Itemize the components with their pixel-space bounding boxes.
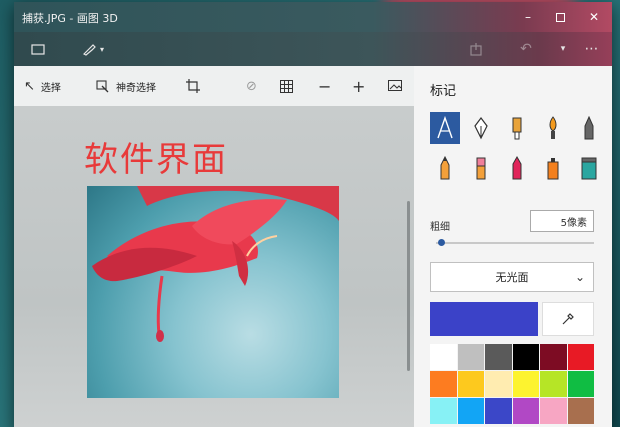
pen-icon — [474, 117, 488, 140]
more-dropdown-button[interactable]: ▾ — [554, 40, 572, 58]
spray-can-brush[interactable] — [538, 152, 568, 184]
color-swatch[interactable] — [485, 371, 512, 397]
cursor-icon: ↖ — [24, 78, 35, 94]
color-swatch[interactable] — [512, 371, 539, 397]
color-swatch[interactable] — [485, 344, 512, 370]
share-button[interactable] — [466, 40, 486, 58]
color-swatch[interactable] — [457, 344, 484, 370]
canvas-area[interactable]: 软件界面 — [14, 106, 414, 427]
title-bar: 捕获.JPG - 画图 3D – ✕ — [14, 2, 612, 32]
eye-off-icon: ⊘ — [246, 78, 257, 94]
color-swatch[interactable] — [567, 344, 594, 370]
menu-bar: ▾ ↶ ▾ ⋯ — [14, 32, 612, 66]
color-swatch[interactable] — [540, 344, 567, 370]
image-options-button[interactable] — [388, 77, 402, 95]
spray-can-icon — [547, 158, 559, 180]
brush-icon — [82, 44, 96, 56]
color-swatch[interactable] — [457, 371, 484, 397]
undo-button[interactable]: ↶ — [516, 40, 536, 58]
crop-button[interactable] — [186, 77, 200, 95]
select-button[interactable]: ↖ 选择 — [24, 77, 61, 95]
view-3d-button[interactable]: ⊘ — [246, 77, 257, 95]
select-label: 选择 — [40, 82, 61, 94]
canvas-text[interactable]: 软件界面 — [84, 132, 228, 181]
pixel-pen-brush[interactable] — [574, 112, 604, 144]
marker-icon — [437, 116, 453, 139]
minimize-button[interactable]: – — [514, 6, 542, 28]
chevron-down-icon: ⌄ — [574, 270, 585, 284]
magic-select-button[interactable]: 神奇选择 — [96, 77, 156, 95]
share-icon — [470, 43, 482, 56]
eraser-icon — [476, 157, 486, 180]
zoom-out-button[interactable]: − — [318, 76, 332, 96]
ink-pen-brush[interactable] — [466, 112, 496, 144]
zoom-in-button[interactable]: + — [352, 76, 366, 96]
finish-label: 无光面 — [495, 271, 529, 284]
crayon-brush[interactable] — [502, 152, 532, 184]
oil-brush[interactable] — [502, 112, 532, 144]
current-color-swatch[interactable] — [430, 302, 538, 336]
magic-select-label: 神奇选择 — [116, 82, 156, 94]
thickness-label: 粗细 — [430, 222, 450, 233]
close-button[interactable]: ✕ — [580, 6, 608, 28]
thickness-slider[interactable] — [436, 242, 594, 244]
calligraphy-pen-brush[interactable] — [430, 112, 460, 144]
panel-title: 标记 — [430, 84, 457, 99]
markers-panel: 标记 粗细 5像素 无光面 ⌄ — [414, 66, 612, 427]
grid-icon — [280, 79, 293, 93]
color-swatch[interactable] — [430, 371, 457, 397]
chevron-down-icon: ▾ — [99, 44, 104, 54]
crayon-icon — [512, 156, 522, 180]
color-swatch[interactable] — [567, 371, 594, 397]
art-tools-button[interactable]: ▾ — [80, 40, 106, 58]
color-swatch[interactable] — [567, 398, 594, 424]
folder-icon — [31, 44, 45, 55]
color-swatch[interactable] — [540, 398, 567, 424]
fill-icon — [581, 157, 597, 180]
vertical-scrollbar[interactable] — [407, 201, 410, 371]
plus-icon: + — [352, 76, 366, 96]
eraser-brush[interactable] — [466, 152, 496, 184]
more-button[interactable]: ⋯ — [580, 40, 604, 58]
color-swatch[interactable] — [430, 398, 457, 424]
maximize-button[interactable] — [546, 6, 574, 28]
eyedropper-button[interactable] — [542, 302, 594, 336]
canvas-toolbar: ↖ 选择 神奇选择 ⊘ − + — [14, 66, 414, 106]
finish-dropdown[interactable]: 无光面 ⌄ — [430, 262, 594, 292]
color-swatch[interactable] — [512, 344, 539, 370]
fill-bucket-brush[interactable] — [574, 152, 604, 184]
close-icon: ✕ — [588, 10, 600, 24]
color-swatch[interactable] — [430, 344, 457, 370]
color-swatch[interactable] — [485, 398, 512, 424]
pixel-pen-icon — [584, 116, 594, 140]
grid-button[interactable] — [280, 77, 293, 95]
color-swatch[interactable] — [512, 398, 539, 424]
minimize-icon: – — [525, 10, 531, 24]
thickness-slider-thumb[interactable] — [437, 239, 445, 246]
watercolor-icon — [549, 116, 557, 139]
image-icon — [388, 80, 402, 91]
paint3d-window: 捕获.JPG - 画图 3D – ✕ ▾ ↶ ▾ ⋯ ↖ 选择 神奇选择 ⊘ −… — [14, 2, 612, 427]
undo-icon: ↶ — [520, 41, 532, 57]
magic-select-icon — [96, 79, 109, 92]
thickness-input[interactable]: 5像素 — [530, 210, 594, 232]
maximize-icon — [555, 12, 565, 22]
more-icon: ⋯ — [584, 41, 600, 57]
pencil-brush[interactable] — [430, 152, 460, 184]
chevron-down-icon: ▾ — [560, 44, 566, 54]
color-swatch[interactable] — [457, 398, 484, 424]
menu-button[interactable] — [28, 40, 48, 58]
color-swatch[interactable] — [540, 371, 567, 397]
flower-photo[interactable] — [87, 186, 339, 398]
color-palette — [430, 344, 594, 424]
flower-image — [92, 186, 339, 342]
minus-icon: − — [318, 76, 332, 96]
pencil-icon — [440, 156, 450, 180]
crop-icon — [186, 79, 200, 93]
oil-brush-icon — [512, 117, 522, 140]
window-title: 捕获.JPG - 画图 3D — [22, 12, 118, 25]
eyedropper-icon — [562, 313, 574, 325]
watercolor-brush[interactable] — [538, 112, 568, 144]
